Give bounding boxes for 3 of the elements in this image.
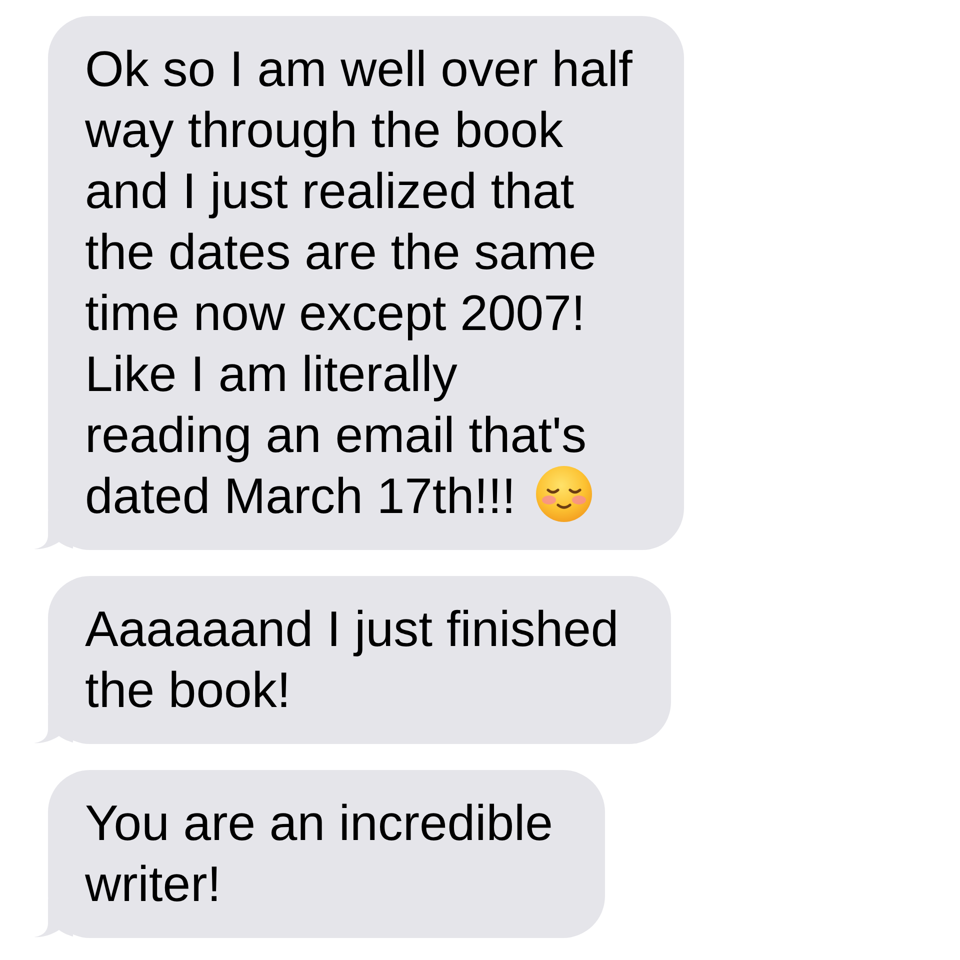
message-text: Ok so I am well over half way through the book and I just realized that the dates are the same time now except 2007! Like I am literally reading an email that's dated March 17th!!! xyxy=(85,41,632,524)
message-text: Aaaaaand I just finished the book! xyxy=(85,601,619,718)
message-text: You are an incredible writer! xyxy=(85,795,553,912)
